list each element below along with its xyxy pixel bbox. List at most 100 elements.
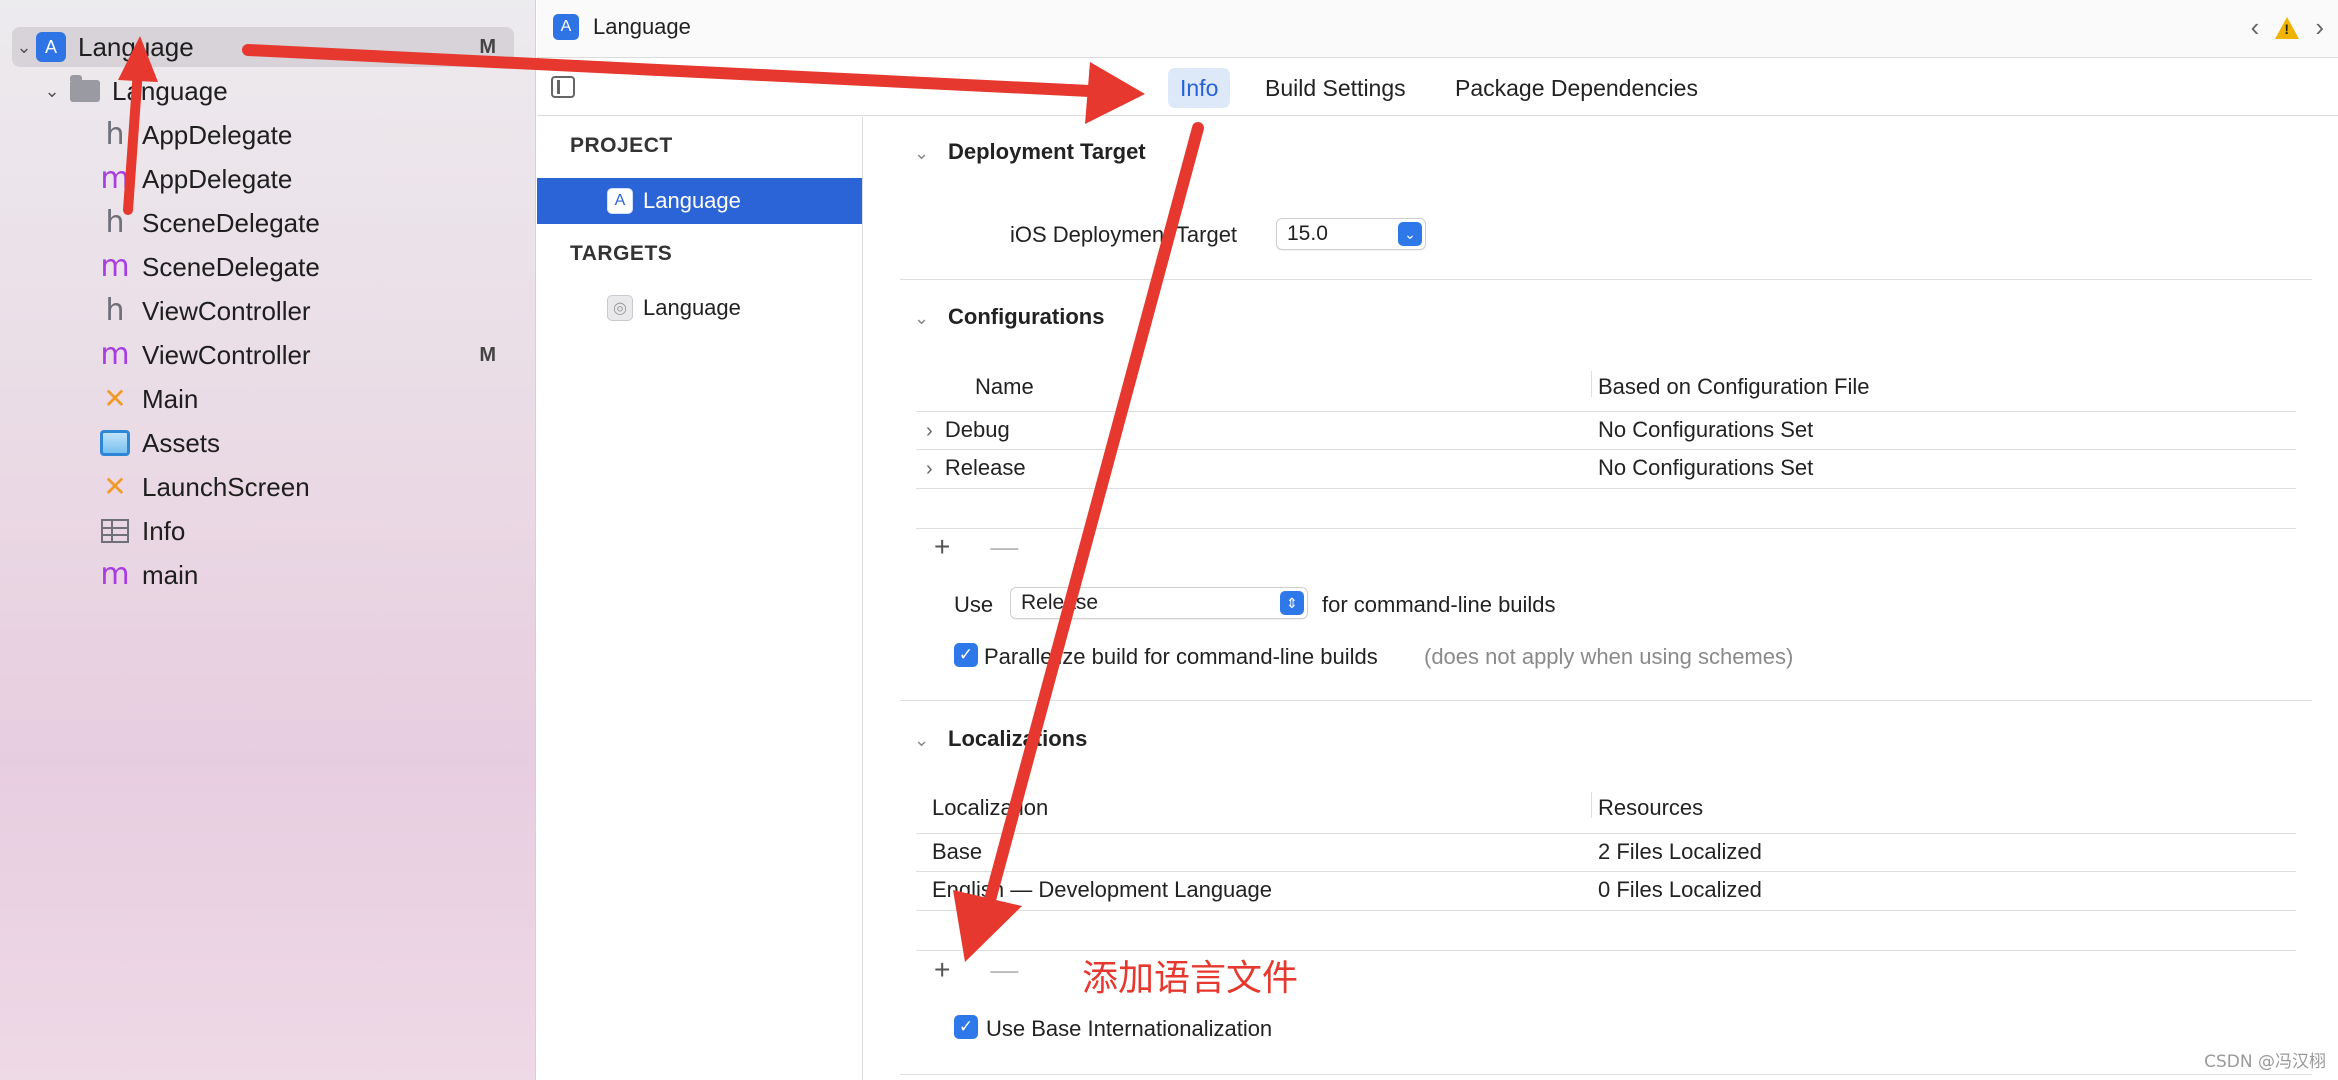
objc-file-icon: m (100, 161, 130, 196)
app-icon: A (36, 32, 66, 62)
chevron-left-icon[interactable]: ‹ (2251, 12, 2260, 43)
breadcrumb[interactable]: A Language (553, 14, 691, 40)
project-heading: PROJECT (570, 134, 673, 157)
nav-item-label: Assets (142, 427, 221, 458)
modified-badge: M (479, 343, 496, 366)
sidebar-toggle-icon[interactable] (551, 76, 575, 98)
use-label: Use (954, 592, 994, 617)
chevron-down-icon: ⌄ (1398, 222, 1422, 246)
project-targets-list: PROJECT A Language TARGETS ◎ Language (537, 117, 863, 1080)
nav-item-label: SceneDelegate (142, 207, 320, 238)
app-icon: A (607, 188, 633, 214)
nav-item-label: AppDelegate (142, 119, 293, 150)
project-navigator: ⌄ A Language M ⌄ Language h AppDelegate … (0, 0, 536, 1080)
editor-jump-bar: A Language ‹ ! › (537, 0, 2338, 58)
chevron-down-icon[interactable]: ⌄ (914, 308, 948, 329)
project-item[interactable]: A Language (537, 178, 862, 224)
nav-item-label: LaunchScreen (142, 471, 310, 502)
column-header-name[interactable]: Name (975, 374, 1034, 400)
target-item[interactable]: ◎ Language (537, 285, 862, 331)
table-row[interactable]: › Debug (926, 417, 1010, 443)
use-suffix-label: for command-line builds (1322, 592, 1556, 617)
nav-item-file[interactable]: Info (100, 511, 602, 551)
add-localization-button[interactable]: + (934, 954, 950, 985)
watermark: CSDN @冯汉栩 (2204, 1052, 2326, 1072)
table-row[interactable]: › Release (926, 455, 1026, 481)
project-info-pane: ⌄ Deployment Target iOS Deployment Target… (864, 117, 2338, 1080)
chevron-down-icon[interactable]: ⌄ (914, 730, 948, 751)
project-item-label: Language (643, 188, 741, 213)
nav-item-label: ViewController (142, 339, 311, 370)
deployment-section-header[interactable]: ⌄ Deployment Target (914, 139, 1146, 165)
nav-item-file[interactable]: h AppDelegate (100, 115, 602, 155)
deployment-target-label: iOS Deployment Target (1010, 222, 1238, 247)
tab-package-dependencies[interactable]: Package Dependencies (1443, 68, 1710, 108)
parallelize-checkbox[interactable]: ✓ (954, 643, 978, 667)
chevron-right-icon[interactable]: › (2315, 12, 2324, 43)
nav-item-label: SceneDelegate (142, 251, 320, 282)
nav-item-group[interactable]: ⌄ Language (40, 71, 542, 111)
remove-configuration-button[interactable]: — (990, 531, 1018, 562)
header-file-icon: h (105, 293, 125, 328)
nav-item-file[interactable]: m ViewController M (100, 335, 514, 375)
add-configuration-button[interactable]: + (934, 531, 950, 562)
target-app-icon: ◎ (607, 295, 633, 321)
remove-localization-button[interactable]: — (990, 954, 1018, 985)
editor-tab-bar: Info Build Settings Package Dependencies (537, 58, 2338, 116)
objc-file-icon: m (100, 337, 130, 372)
nav-item-label: main (142, 559, 199, 590)
parallelize-label: Parallelize build for command-line build… (984, 644, 1378, 669)
nav-item-file[interactable]: h SceneDelegate (100, 203, 602, 243)
column-header-resources[interactable]: Resources (1598, 795, 1703, 821)
column-header-config-file[interactable]: Based on Configuration File (1598, 374, 1870, 400)
chevron-right-icon[interactable]: › (926, 458, 933, 480)
base-internationalization-label: Use Base Internationalization (986, 1016, 1273, 1041)
column-header-localization[interactable]: Localization (932, 795, 1048, 821)
nav-item-label: Language (78, 31, 194, 62)
tab-build-settings[interactable]: Build Settings (1253, 68, 1418, 108)
table-row[interactable]: English — Development Language (932, 877, 1272, 903)
config-file-cell: No Configurations Set (1598, 417, 1814, 442)
nav-item-file[interactable]: m main (100, 555, 602, 595)
config-file-cell: No Configurations Set (1598, 455, 1814, 480)
nav-item-project[interactable]: ⌄ A Language M (12, 27, 514, 67)
deployment-target-select[interactable]: 15.0 ⌄ (1276, 218, 1426, 250)
nav-item-file[interactable]: ✕ LaunchScreen (100, 467, 602, 507)
objc-file-icon: m (100, 557, 130, 592)
nav-item-file[interactable]: m SceneDelegate (100, 247, 602, 287)
nav-item-file[interactable]: ✕ Main (100, 379, 602, 419)
modified-badge: M (479, 35, 496, 58)
command-line-config-select[interactable]: Release ⇕ (1010, 587, 1308, 619)
nav-item-label: Language (112, 75, 228, 106)
localizations-section-header[interactable]: ⌄ Localizations (914, 726, 1087, 752)
header-file-icon: h (105, 205, 125, 240)
storyboard-icon: ✕ (103, 471, 127, 502)
chevron-right-icon[interactable]: › (926, 420, 933, 442)
plist-icon (101, 519, 129, 543)
configurations-section-header[interactable]: ⌄ Configurations (914, 304, 1104, 330)
nav-item-label: Main (142, 383, 199, 414)
table-row[interactable]: Base (932, 839, 982, 865)
nav-item-label: AppDelegate (142, 163, 293, 194)
storyboard-icon: ✕ (103, 383, 127, 414)
parallelize-note: (does not apply when using schemes) (1424, 644, 1794, 669)
objc-file-icon: m (100, 249, 130, 284)
chevron-down-icon[interactable]: ⌄ (12, 37, 36, 58)
resources-cell: 0 Files Localized (1598, 877, 1762, 902)
base-internationalization-checkbox[interactable]: ✓ (954, 1015, 978, 1039)
annotation-label: 添加语言文件 (1082, 958, 1299, 999)
nav-item-file[interactable]: m AppDelegate (100, 159, 602, 199)
nav-item-label: Info (142, 515, 186, 546)
nav-item-file[interactable]: h ViewController (100, 291, 602, 331)
nav-item-file[interactable]: Assets (100, 423, 602, 463)
target-item-label: Language (643, 295, 741, 320)
nav-item-label: ViewController (142, 295, 311, 326)
resources-cell: 2 Files Localized (1598, 839, 1762, 864)
chevron-down-icon[interactable]: ⌄ (40, 81, 64, 102)
tab-info[interactable]: Info (1168, 68, 1231, 108)
chevron-updown-icon: ⇕ (1280, 591, 1304, 615)
app-icon: A (553, 14, 579, 40)
editor-title: Language (593, 14, 691, 39)
chevron-down-icon[interactable]: ⌄ (914, 143, 948, 164)
warning-icon[interactable]: ! (2275, 16, 2300, 39)
